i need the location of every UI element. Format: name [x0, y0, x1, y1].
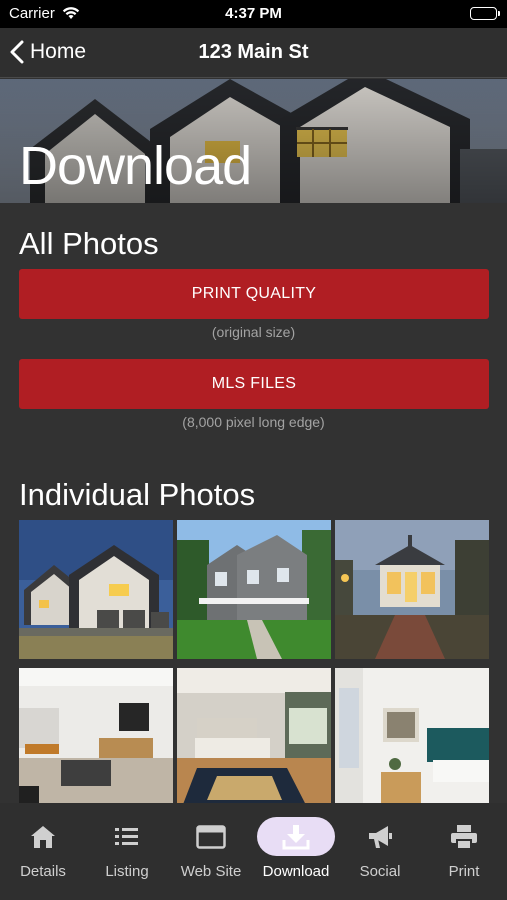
photo-grid	[19, 520, 489, 803]
tab-print[interactable]: Print	[422, 803, 506, 900]
tab-listing[interactable]: Listing	[85, 803, 169, 900]
hero-title: Download	[19, 136, 252, 196]
tab-download[interactable]: Download	[254, 803, 338, 900]
tab-label: Social	[359, 863, 401, 880]
tab-bar: Details Listing Web Site Download Social…	[0, 803, 507, 900]
photo-thumbnail[interactable]	[335, 668, 489, 803]
megaphone-icon	[360, 823, 400, 851]
print-quality-button[interactable]: PRINT QUALITY	[19, 269, 489, 319]
hero-banner: Download	[0, 79, 507, 203]
printer-icon	[444, 823, 484, 851]
tab-social[interactable]: Social	[338, 803, 422, 900]
tab-details[interactable]: Details	[1, 803, 85, 900]
clock: 4:37 PM	[225, 5, 282, 22]
navigation-bar: Home 123 Main St	[0, 28, 507, 78]
list-icon	[107, 823, 147, 851]
browser-icon	[191, 823, 231, 851]
individual-photos-heading: Individual Photos	[19, 477, 256, 512]
mls-files-caption: (8,000 pixel long edge)	[182, 414, 325, 430]
print-quality-caption: (original size)	[211, 324, 296, 340]
tab-label: Print	[448, 863, 480, 880]
tab-label: Download	[262, 863, 330, 880]
all-photos-heading: All Photos	[19, 226, 159, 261]
home-icon	[23, 823, 63, 851]
status-bar: Carrier 4:37 PM	[0, 0, 507, 28]
tab-label: Listing	[105, 863, 149, 880]
photo-thumbnail[interactable]	[19, 520, 173, 659]
photo-thumbnail[interactable]	[335, 520, 489, 659]
photo-thumbnail[interactable]	[177, 520, 331, 659]
tab-web-site[interactable]: Web Site	[169, 803, 253, 900]
mls-files-button[interactable]: MLS FILES	[19, 359, 489, 409]
tab-label: Details	[20, 863, 66, 880]
photo-thumbnail[interactable]	[177, 668, 331, 803]
download-icon	[276, 823, 316, 851]
photo-thumbnail[interactable]	[19, 668, 173, 803]
tab-label: Web Site	[180, 863, 242, 880]
battery-icon	[470, 7, 500, 20]
page-title: 123 Main St	[198, 41, 309, 63]
